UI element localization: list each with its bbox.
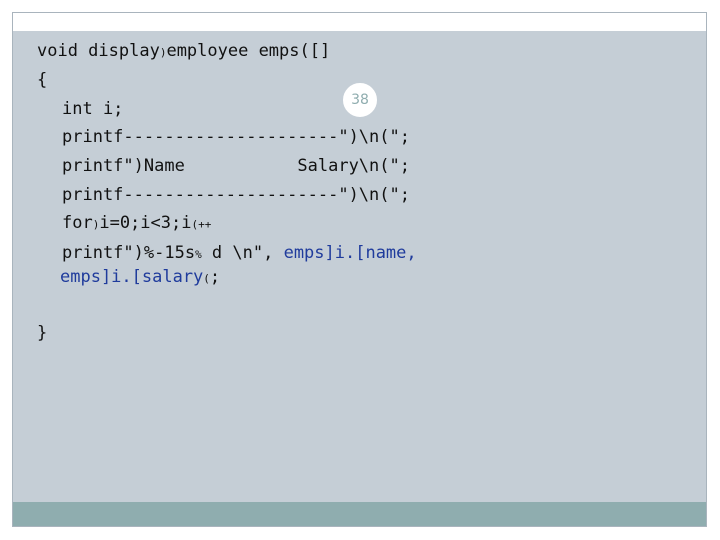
code-line-1: void display)employee emps([] xyxy=(37,41,330,63)
code-text: ; xyxy=(209,267,221,287)
code-line-5: printf")Name Salary\n("; xyxy=(62,156,410,176)
code-line-4: printf---------------------")\n("; xyxy=(62,127,410,147)
code-line-2: { xyxy=(37,70,48,90)
code-highlight: emps]i.[name, xyxy=(283,243,417,263)
code-highlight: emps]i.[salary xyxy=(60,267,204,287)
page-number-badge: 38 xyxy=(340,80,380,120)
code-symbol: % xyxy=(195,248,202,261)
code-symbol: (++ xyxy=(191,218,212,231)
code-text: for xyxy=(62,213,93,233)
code-text: printf")%-15s xyxy=(62,243,196,263)
slide-footer-band xyxy=(13,502,706,526)
code-text: employee emps([] xyxy=(166,41,331,61)
code-line-6: printf---------------------")\n("; xyxy=(62,185,410,205)
code-line-3: int i; xyxy=(62,99,124,119)
code-text: d \n", xyxy=(201,243,284,263)
code-text: i=0;i<3;i xyxy=(99,213,192,233)
code-line-10: } xyxy=(37,323,48,343)
code-line-9: emps]i.[salary(; xyxy=(60,267,220,289)
page-number: 38 xyxy=(351,92,369,108)
code-line-7: for)i=0;i<3;i(++ xyxy=(62,213,211,235)
code-symbol: ( xyxy=(203,272,210,285)
slide-top-band xyxy=(13,13,706,31)
code-text: void display xyxy=(37,41,160,61)
code-line-8: printf")%-15s% d \n", emps]i.[name, xyxy=(62,243,417,265)
